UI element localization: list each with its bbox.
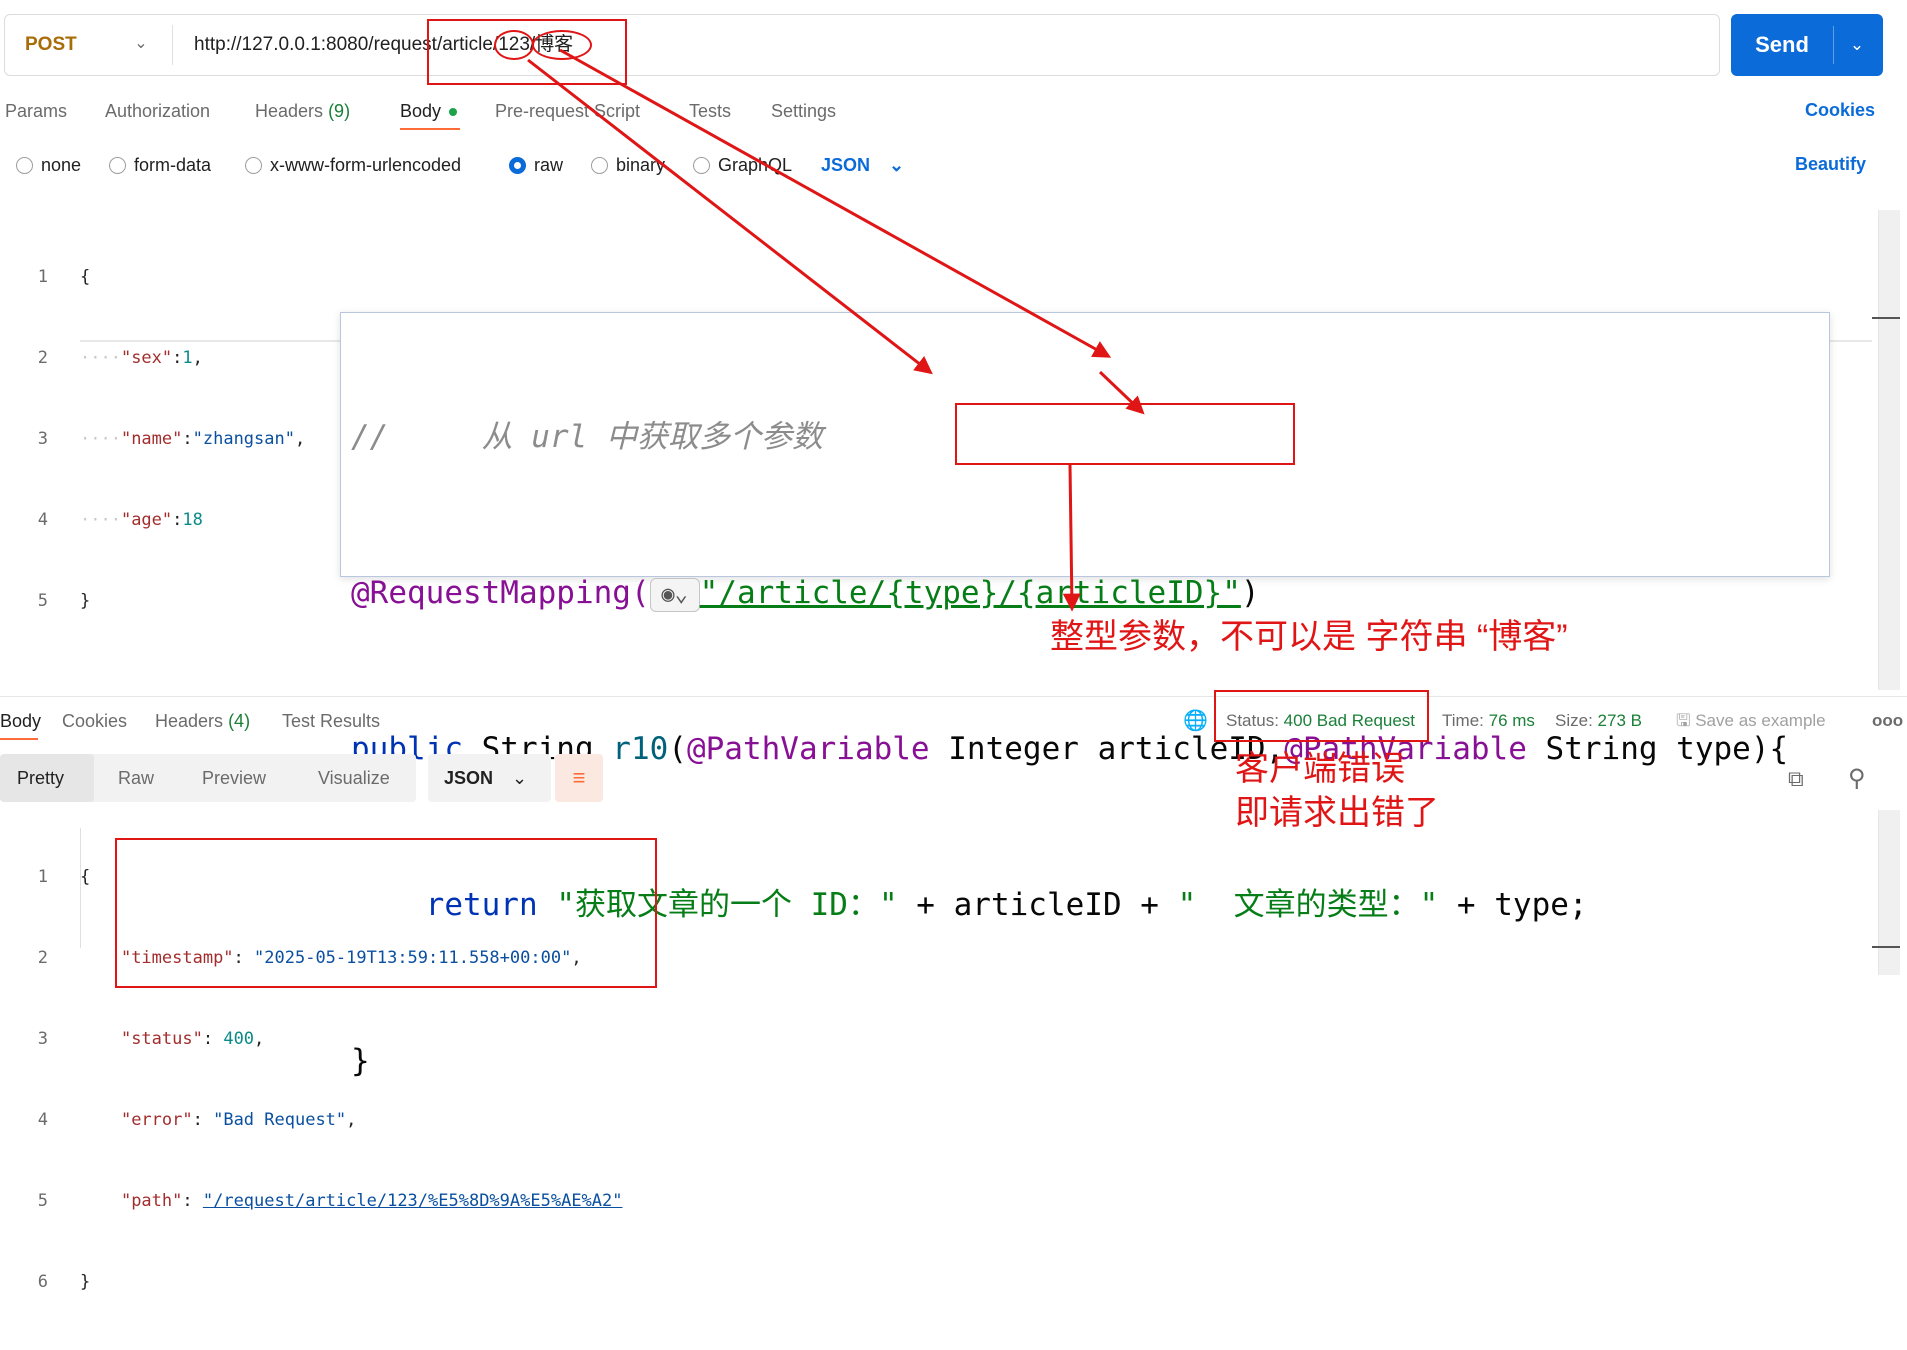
annotation-arrows — [527, 48, 1145, 612]
code-line: } — [80, 1272, 91, 1292]
code-line: "path": "/request/article/123/%E5%8D%9A%… — [120, 1191, 623, 1211]
code-line: "error": "Bad Request", — [120, 1110, 357, 1130]
arrow-id — [527, 58, 933, 375]
arrow-articleid — [1098, 370, 1145, 415]
arrow-down — [1062, 464, 1081, 612]
error-note-1: 客户端错误 — [1235, 750, 1405, 788]
path-link[interactable]: "/request/article/123/%E5%8D%9A%E5%AE%A2… — [203, 1191, 623, 1211]
line-number: 4 — [37, 1110, 48, 1130]
line-number: 6 — [37, 1272, 48, 1292]
code-line: "status": 400, — [120, 1029, 265, 1049]
arrow-type — [559, 48, 1112, 358]
line-number: 3 — [37, 1029, 48, 1049]
error-note-2: 即请求出错了 — [1235, 794, 1439, 832]
type-note: 整型参数，不可以是 字符串 “博客” — [1050, 618, 1568, 656]
line-number: 5 — [37, 1191, 48, 1211]
